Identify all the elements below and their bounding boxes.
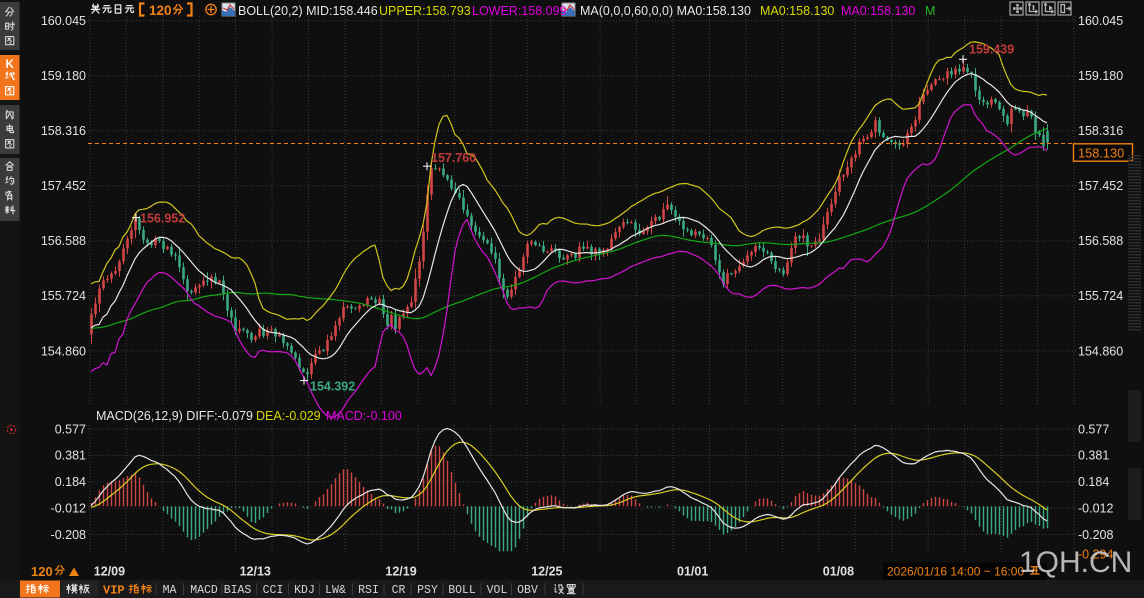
- svg-text:120: 120: [31, 564, 53, 579]
- svg-text:12/13: 12/13: [240, 565, 271, 579]
- svg-text:157.452: 157.452: [1078, 179, 1123, 193]
- svg-text:01/08: 01/08: [823, 565, 854, 579]
- svg-text:12/25: 12/25: [531, 565, 562, 579]
- svg-text:-0.208: -0.208: [51, 528, 86, 542]
- svg-text:159.180: 159.180: [1078, 69, 1123, 83]
- svg-text:0.184: 0.184: [1078, 475, 1109, 489]
- svg-text:K: K: [6, 59, 15, 71]
- svg-text:157.760: 157.760: [431, 151, 476, 165]
- svg-text:158.130: 158.130: [1078, 145, 1124, 160]
- svg-text:CR: CR: [392, 584, 406, 597]
- svg-text:157.452: 157.452: [41, 179, 86, 193]
- svg-text:MACD(26,12,9) DIFF:-0.079: MACD(26,12,9) DIFF:-0.079: [96, 409, 253, 423]
- svg-text:12/09: 12/09: [94, 565, 125, 579]
- svg-text:0.577: 0.577: [55, 422, 86, 436]
- svg-text:PSY: PSY: [417, 584, 438, 597]
- svg-text:MACD:-0.100: MACD:-0.100: [326, 409, 402, 423]
- svg-text:156.952: 156.952: [140, 212, 185, 226]
- svg-text:MA0:158.130: MA0:158.130: [760, 4, 834, 18]
- svg-text:120: 120: [149, 3, 172, 18]
- svg-text:MACD: MACD: [190, 584, 218, 597]
- svg-text:158.316: 158.316: [1078, 124, 1123, 138]
- svg-text:LW&: LW&: [325, 584, 346, 597]
- svg-text:160.045: 160.045: [41, 14, 86, 28]
- svg-text:VOL: VOL: [487, 584, 508, 597]
- svg-text:0.381: 0.381: [1078, 449, 1109, 463]
- svg-text:CCI: CCI: [263, 584, 284, 597]
- svg-text:DEA:-0.029: DEA:-0.029: [256, 409, 321, 423]
- svg-text:156.588: 156.588: [41, 234, 86, 248]
- svg-text:MA: MA: [163, 584, 177, 597]
- svg-text:12/19: 12/19: [385, 565, 416, 579]
- svg-text:UPPER:158.793: UPPER:158.793: [379, 4, 471, 18]
- svg-text:0.381: 0.381: [55, 449, 86, 463]
- svg-text:VIP: VIP: [103, 584, 125, 598]
- svg-text:M: M: [925, 4, 935, 18]
- svg-text:154.860: 154.860: [41, 344, 86, 358]
- svg-text:155.724: 155.724: [41, 289, 86, 303]
- svg-text:OBV: OBV: [517, 584, 538, 597]
- svg-text:2026/01/16 14:00 ~ 16:00: 2026/01/16 14:00 ~ 16:00: [887, 565, 1024, 579]
- svg-text:-0.208: -0.208: [1078, 528, 1113, 542]
- svg-text:-0.012: -0.012: [51, 501, 86, 515]
- svg-text:01/01: 01/01: [677, 565, 708, 579]
- svg-text:MA0:158.130: MA0:158.130: [841, 4, 915, 18]
- svg-text:BOLL(20,2) MID:158.446: BOLL(20,2) MID:158.446: [238, 4, 378, 18]
- svg-text:BIAS: BIAS: [224, 584, 252, 597]
- svg-text:158.316: 158.316: [41, 124, 86, 138]
- svg-text:155.724: 155.724: [1078, 289, 1123, 303]
- svg-text:KDJ: KDJ: [294, 584, 315, 597]
- svg-text:BOLL: BOLL: [448, 584, 476, 597]
- svg-text:160.045: 160.045: [1078, 14, 1123, 28]
- svg-text:154.860: 154.860: [1078, 344, 1123, 358]
- svg-text:RSI: RSI: [358, 584, 379, 597]
- svg-text:MA(0,0,0,60,0,0) MA0:158.130: MA(0,0,0,60,0,0) MA0:158.130: [580, 4, 751, 18]
- svg-text:0.577: 0.577: [1078, 422, 1109, 436]
- svg-text:1QH.CN: 1QH.CN: [1019, 546, 1132, 579]
- svg-text:0.184: 0.184: [55, 475, 86, 489]
- svg-text:159.180: 159.180: [41, 69, 86, 83]
- svg-text:159.439: 159.439: [969, 42, 1014, 56]
- svg-text:156.588: 156.588: [1078, 234, 1123, 248]
- svg-text:-0.012: -0.012: [1078, 501, 1113, 515]
- svg-text:LOWER:158.099: LOWER:158.099: [472, 4, 567, 18]
- svg-text:154.392: 154.392: [310, 380, 355, 394]
